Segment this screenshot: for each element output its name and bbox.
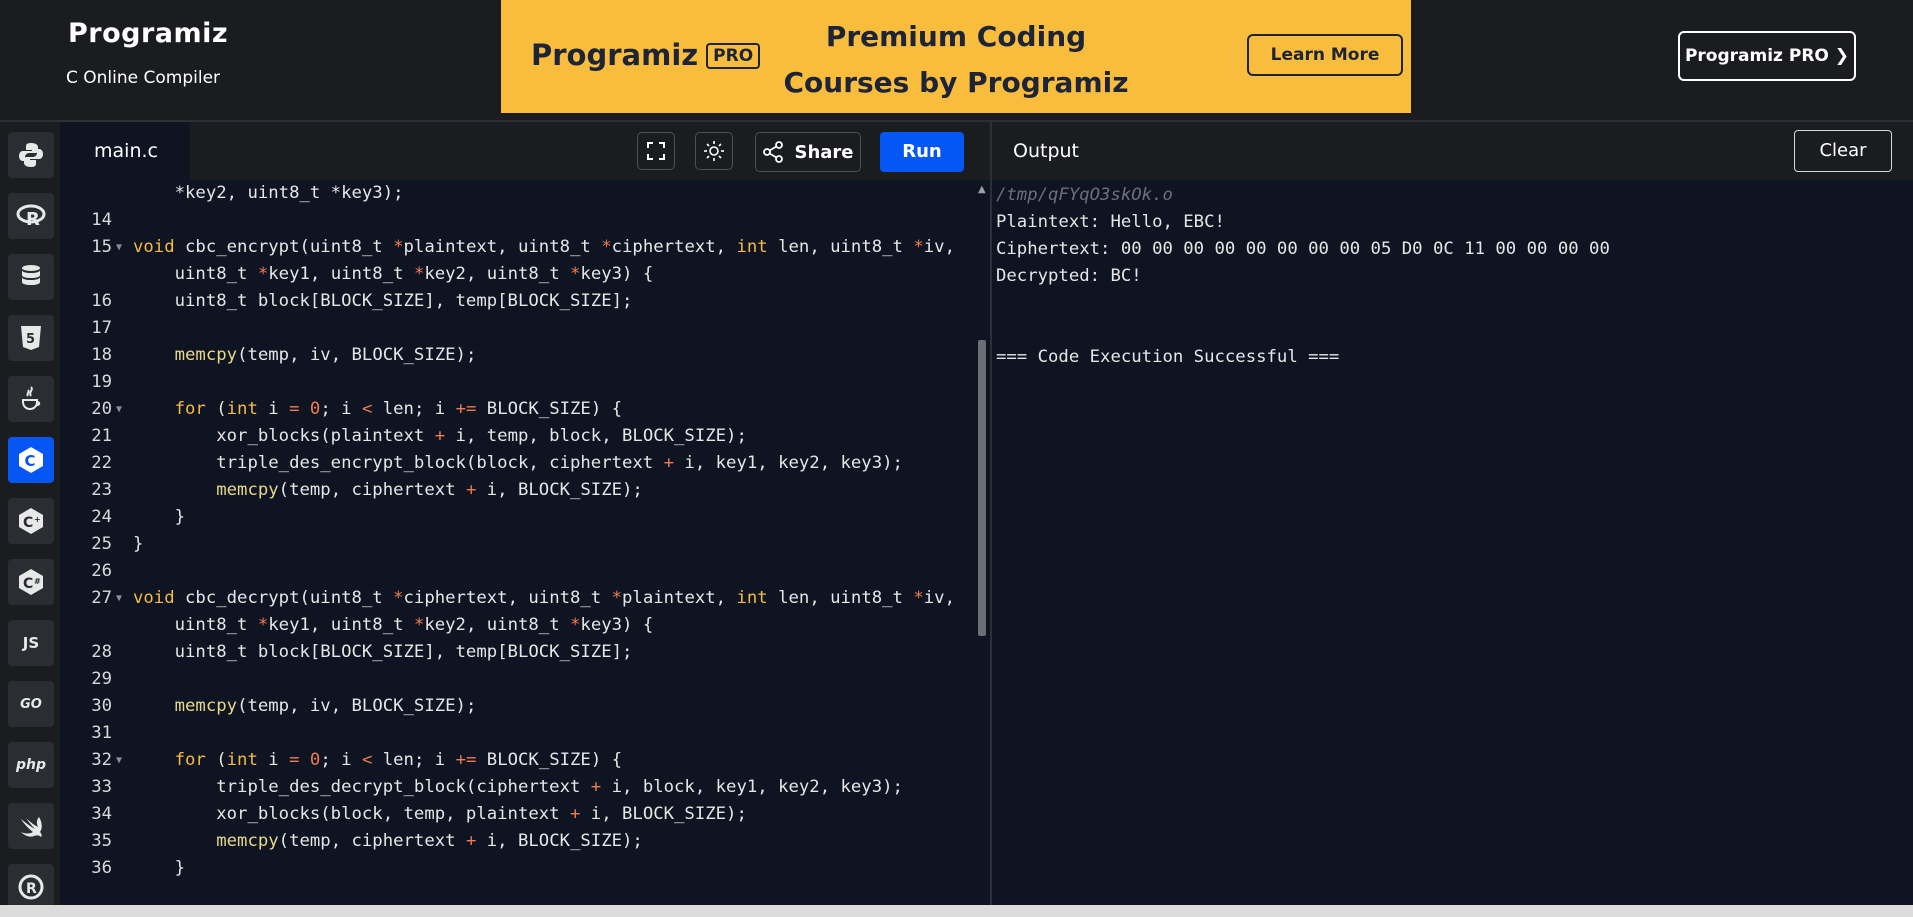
share-button[interactable]: Share [755,132,861,172]
output-title: Output [1013,140,1079,162]
output-line: Decrypted: BC! [996,266,1142,286]
execution-status: === Code Execution Successful === [996,347,1340,367]
fullscreen-button[interactable] [637,132,675,170]
learn-more-button[interactable]: Learn More [1247,34,1403,76]
sql-icon[interactable] [8,254,54,300]
banner-pro-badge: PRO [706,43,761,69]
java-icon[interactable] [8,376,54,422]
svg-text:C: C [23,515,33,531]
svg-text:R: R [26,209,40,229]
run-button[interactable]: Run [880,132,964,172]
top-header: Programiz C Online Compiler Programiz PRO… [0,0,1913,122]
scroll-up-arrow[interactable]: ▲ [978,184,986,195]
fullscreen-icon [647,142,665,160]
r-icon[interactable]: R [8,193,54,239]
svg-text:+: + [34,515,41,524]
go-icon[interactable]: GO [8,681,54,727]
php-icon[interactable]: php [8,742,54,788]
rust-icon[interactable]: R [8,864,54,910]
csharp-icon[interactable]: C # [8,559,54,605]
svg-text:R: R [26,881,37,897]
promo-banner[interactable]: Programiz PRO Premium Coding Courses by P… [501,0,1411,113]
python-icon[interactable] [8,132,54,178]
code-editor[interactable]: *key2, uint8_t *key3); 14 15 ▼ void cbc_en… [62,180,990,905]
javascript-icon[interactable]: JS [8,620,54,666]
output-line: Plaintext: Hello, EBC! [996,212,1225,232]
svg-text:5: 5 [26,332,35,347]
banner-logo: Programiz PRO [531,38,761,72]
os-taskbar [0,905,1913,917]
share-icon [763,141,784,163]
c-icon[interactable]: C [8,437,54,483]
svg-text:C: C [25,452,36,470]
compiler-subtitle: C Online Compiler [66,68,221,88]
html5-icon[interactable]: 5 [8,315,54,361]
swift-icon[interactable] [8,803,54,849]
banner-title: Premium Coding Courses by Programiz [783,20,1129,99]
tab-main-c[interactable]: main.c [62,122,190,180]
share-label: Share [794,141,854,163]
editor-toolbar: main.c Share Run [62,122,990,180]
cpp-icon[interactable]: C + [8,498,54,544]
theme-toggle-button[interactable] [695,132,733,170]
svg-text:#: # [34,577,41,586]
editor-scrollbar[interactable] [978,340,986,636]
output-toolbar: Output Clear [992,122,1913,180]
programiz-logo[interactable]: Programiz [68,18,228,49]
language-sidebar: R 5 C C + C # JS GO php R [0,122,60,917]
output-panel: /tmp/qFYqO3skOk.o Plaintext: Hello, EBC!… [996,182,1906,902]
sun-icon [704,141,724,161]
svg-text:C: C [23,576,33,592]
pane-divider[interactable] [990,122,992,917]
output-line: Ciphertext: 00 00 00 00 00 00 00 00 05 D… [996,239,1610,259]
output-path: /tmp/qFYqO3skOk.o [996,185,1173,205]
programiz-pro-button[interactable]: Programiz PRO ❯ [1678,31,1856,81]
clear-button[interactable]: Clear [1794,130,1892,172]
